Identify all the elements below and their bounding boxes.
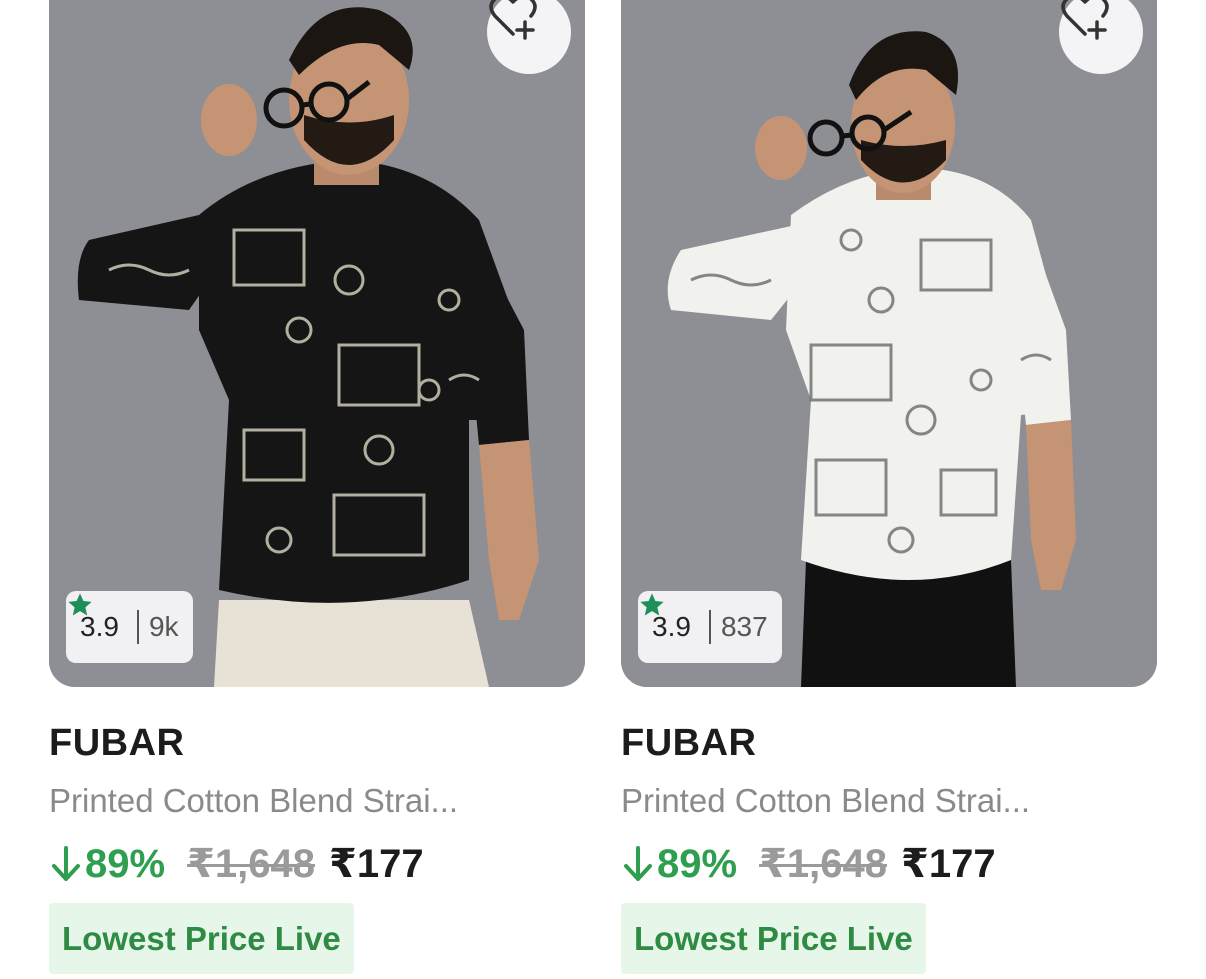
original-price: ₹1,648: [759, 842, 887, 886]
product-title[interactable]: Printed Cotton Blend Strai...: [49, 782, 458, 820]
divider: [136, 610, 139, 644]
product-title[interactable]: Printed Cotton Blend Strai...: [621, 782, 1030, 820]
brand-name: FUBAR: [49, 722, 185, 764]
discount-percent: 89%: [85, 841, 166, 886]
rating-badge: 3.9 837: [638, 591, 782, 663]
divider: [708, 610, 711, 644]
rating-badge: 3.9 9k: [66, 591, 193, 663]
arrow-down-icon: [621, 844, 655, 884]
lowest-price-badge: Lowest Price Live: [621, 903, 926, 974]
model-photo: [49, 0, 585, 687]
price-row: 89% ₹1,648 ₹177: [621, 840, 996, 888]
arrow-down-icon: [49, 844, 83, 884]
sale-price: ₹177: [901, 842, 996, 886]
model-photo: [621, 0, 1157, 687]
product-image[interactable]: 3.9 9k: [49, 0, 585, 687]
lowest-price-badge: Lowest Price Live: [49, 903, 354, 974]
discount-percent: 89%: [657, 841, 738, 886]
original-price: ₹1,648: [187, 842, 315, 886]
brand-name: FUBAR: [621, 722, 757, 764]
sale-price: ₹177: [329, 842, 424, 886]
price-row: 89% ₹1,648 ₹177: [49, 840, 424, 888]
rating-count: 9k: [148, 611, 179, 642]
product-card[interactable]: 3.9 9k FUBAR Printed Cotton Blend Strai.…: [49, 0, 585, 979]
product-card[interactable]: 3.9 837 FUBAR Printed Cotton Blend Strai…: [621, 0, 1157, 979]
product-image[interactable]: 3.9 837: [621, 0, 1157, 687]
rating-count: 837: [720, 611, 768, 642]
heart-plus-icon: [489, 0, 537, 40]
heart-plus-icon: [1061, 0, 1109, 40]
